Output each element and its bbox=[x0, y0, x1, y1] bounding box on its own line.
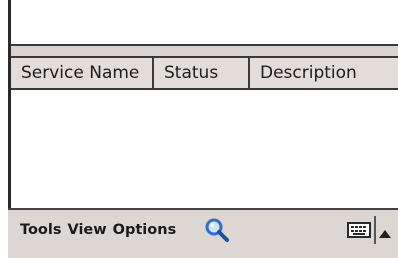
column-header-label: Service Name bbox=[21, 63, 140, 83]
services-list[interactable] bbox=[11, 90, 398, 208]
column-header-description[interactable]: Description bbox=[250, 58, 398, 88]
menu-options[interactable]: Options bbox=[113, 222, 177, 238]
column-header-label: Status bbox=[164, 63, 219, 83]
list-header: Service Name Status Description bbox=[11, 56, 398, 90]
menu-items: Tools View Options bbox=[20, 217, 176, 243]
top-panel bbox=[11, 0, 398, 46]
menu-tools[interactable]: Tools bbox=[20, 222, 62, 238]
column-header-status[interactable]: Status bbox=[154, 58, 250, 88]
column-header-label: Description bbox=[260, 63, 357, 83]
keyboard-icon[interactable] bbox=[347, 220, 371, 240]
panel-separator bbox=[11, 46, 398, 56]
column-header-service-name[interactable]: Service Name bbox=[11, 58, 154, 88]
input-panel-divider bbox=[374, 216, 376, 244]
menu-view[interactable]: View bbox=[68, 222, 107, 238]
search-icon[interactable] bbox=[204, 217, 230, 243]
chevron-up-icon[interactable] bbox=[378, 224, 392, 238]
